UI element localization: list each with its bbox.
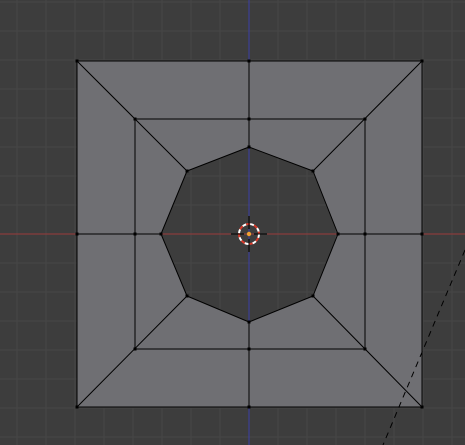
mesh-vertex [185, 294, 189, 298]
mesh-vertex [247, 405, 251, 409]
mesh-vertex [311, 169, 315, 173]
mesh-vertex [247, 145, 251, 149]
mesh-vertex [420, 405, 424, 409]
mesh-vertex [133, 232, 137, 236]
mesh-vertex [75, 405, 79, 409]
mesh-vertex [363, 347, 367, 351]
mesh-vertex [420, 59, 424, 63]
mesh-vertex [133, 117, 137, 121]
mesh-vertex [363, 232, 367, 236]
mesh-vertex [75, 59, 79, 63]
cursor-center-dot [246, 231, 252, 237]
mesh-vertex [247, 347, 251, 351]
3d-viewport[interactable] [0, 0, 465, 445]
mesh-vertex [159, 232, 163, 236]
mesh-vertex [75, 232, 79, 236]
mesh-vertex [336, 232, 340, 236]
mesh-vertex [420, 232, 424, 236]
mesh-vertex [363, 117, 367, 121]
mesh-vertex [247, 117, 251, 121]
mesh-vertex [247, 320, 251, 324]
mesh-vertex [311, 294, 315, 298]
3d-cursor-icon[interactable] [231, 216, 267, 252]
mesh-vertex [185, 169, 189, 173]
mesh-vertex [247, 59, 251, 63]
mesh-vertex [133, 347, 137, 351]
